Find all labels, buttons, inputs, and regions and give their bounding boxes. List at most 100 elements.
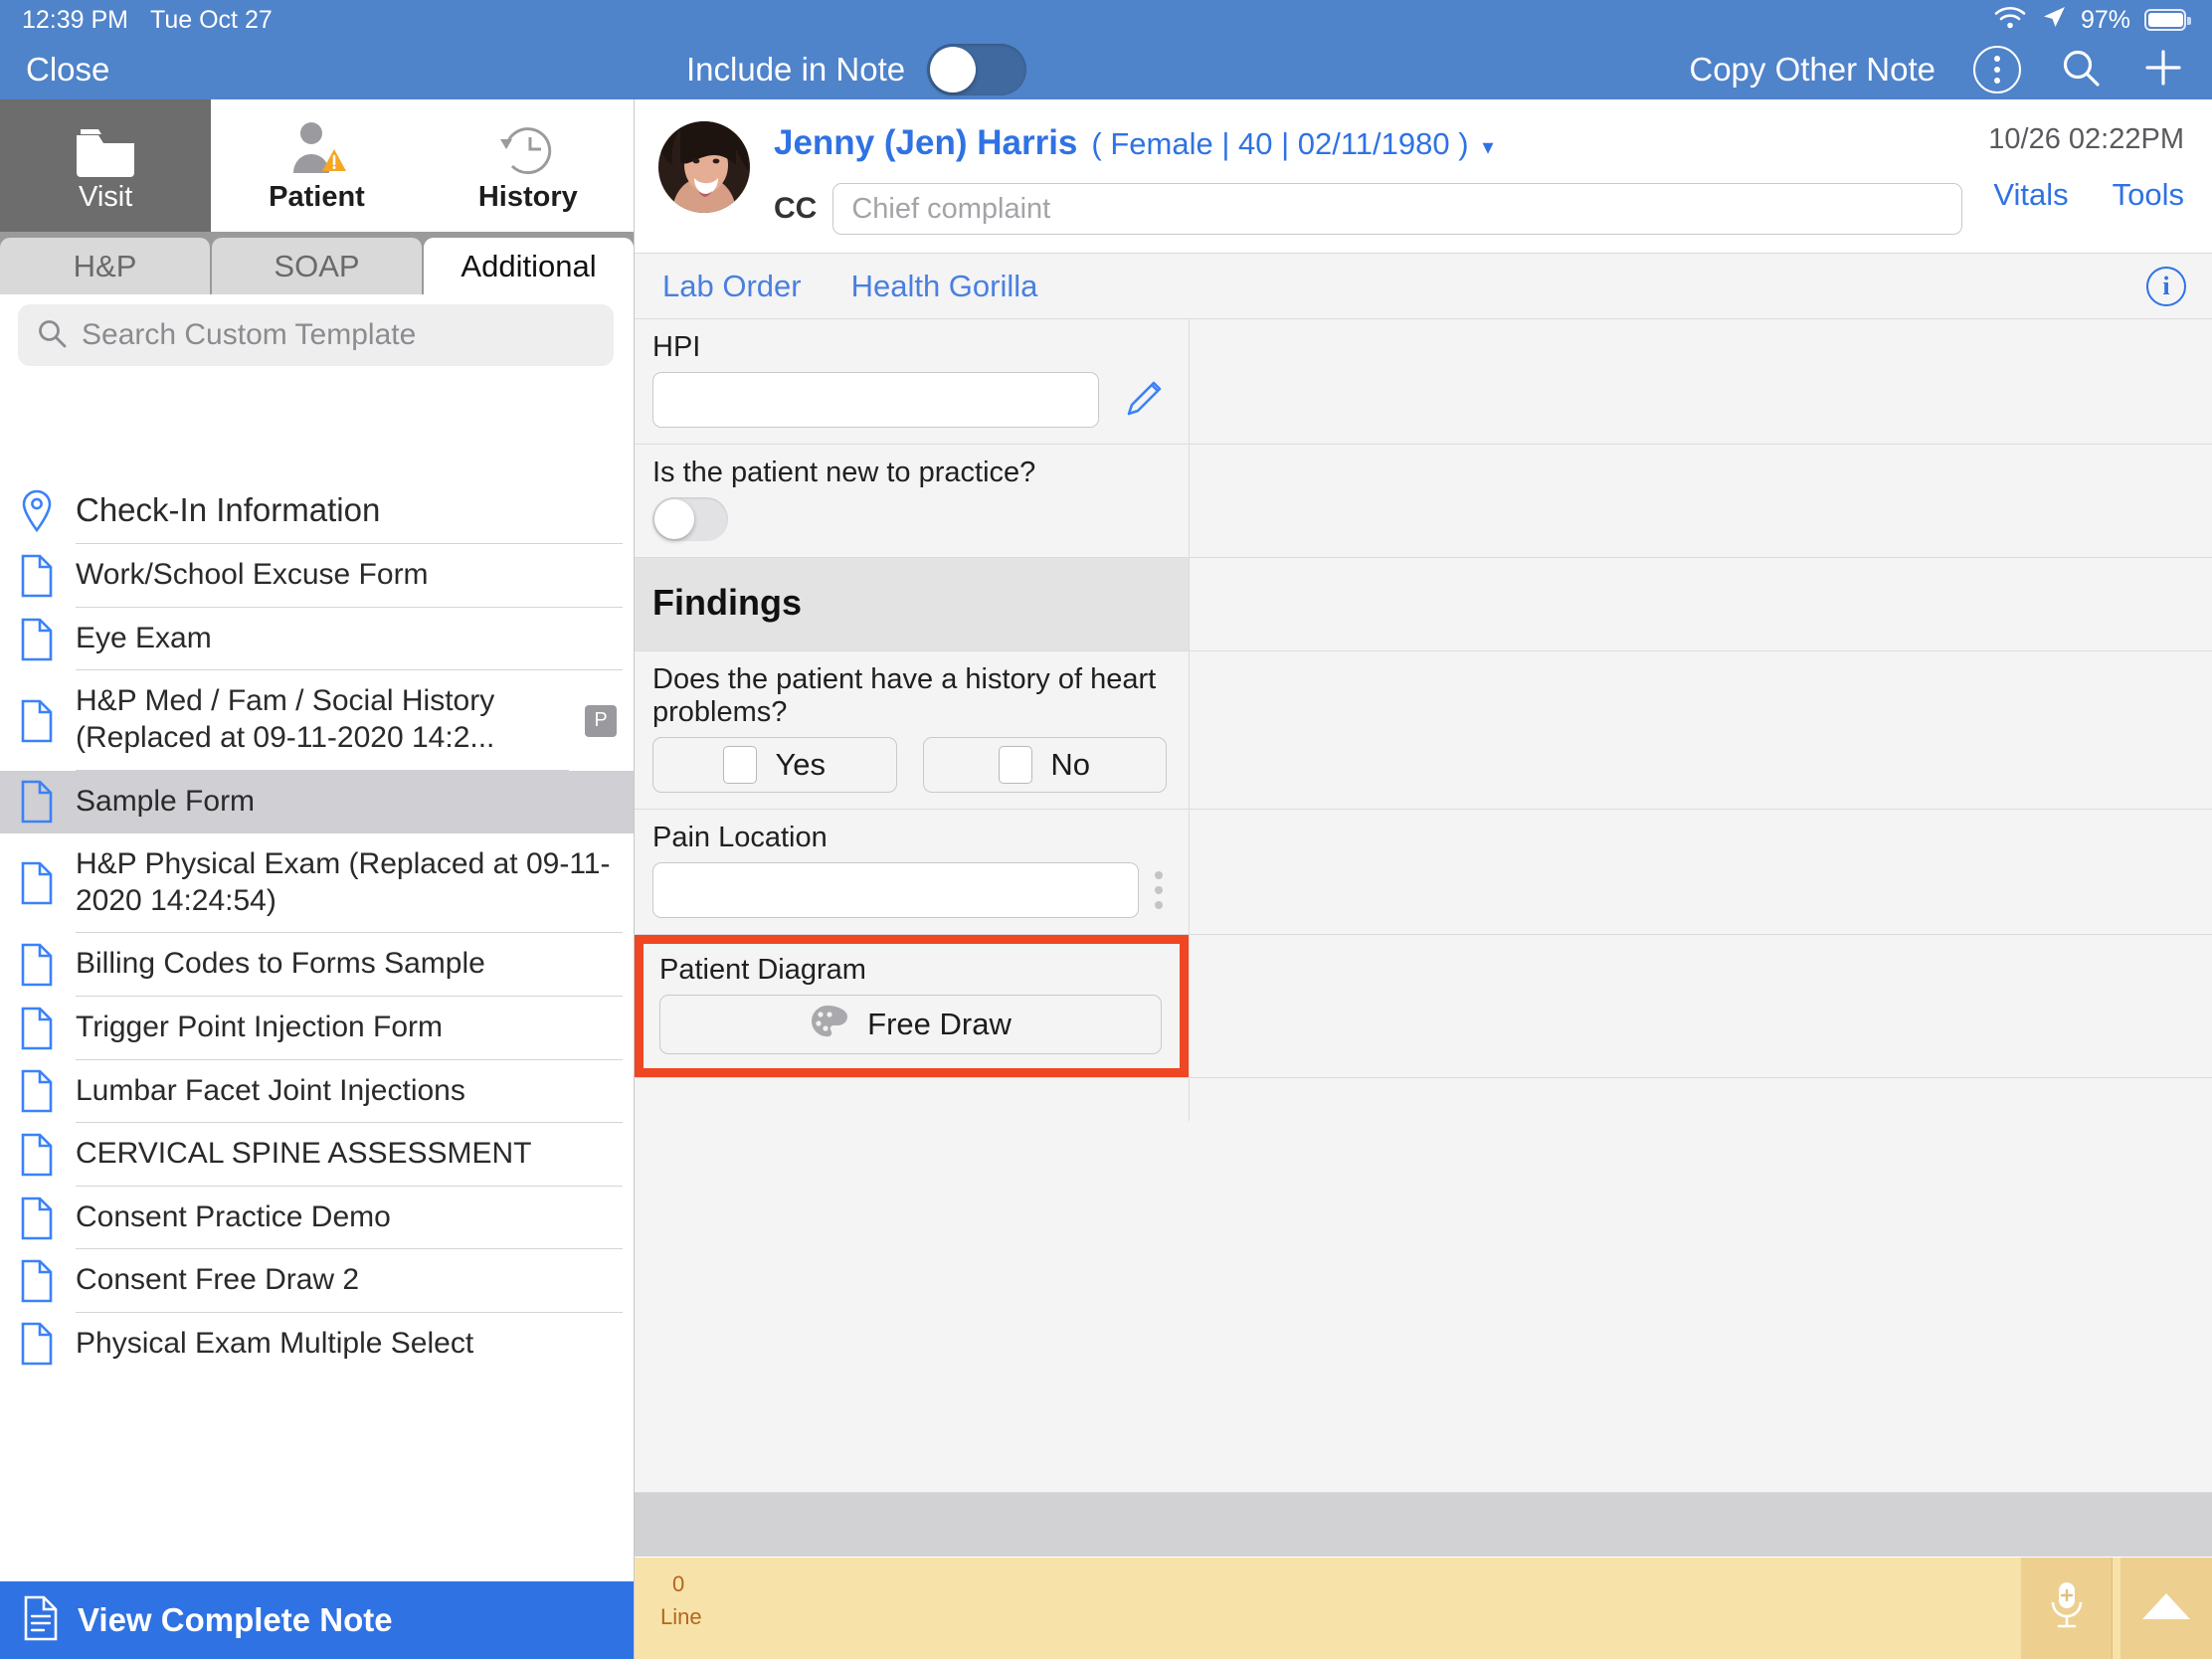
line-count-label: Line: [660, 1604, 702, 1629]
template-list[interactable]: Check-In Information Work/School Excuse …: [0, 477, 634, 1581]
list-item[interactable]: Sample Form: [0, 770, 634, 834]
list-item-label: Consent Free Draw 2: [76, 1249, 623, 1313]
form-row-findings-right: [1189, 558, 2212, 650]
list-item[interactable]: H&P Physical Exam (Replaced at 09-11-202…: [0, 833, 634, 934]
chevron-down-icon[interactable]: ▾: [1483, 134, 1494, 160]
new-to-practice-toggle[interactable]: [652, 497, 728, 541]
list-item-label: CERVICAL SPINE ASSESSMENT: [76, 1123, 623, 1187]
hpi-field-group: HPI: [635, 319, 1189, 444]
tab-visit-label: Visit: [79, 181, 133, 213]
checkbox-icon[interactable]: [723, 746, 758, 784]
list-item[interactable]: Eye Exam: [0, 607, 634, 671]
list-item[interactable]: Trigger Point Injection Form: [0, 997, 634, 1060]
app-root: 12:39 PM Tue Oct 27 97% Close Include in…: [0, 0, 2212, 1659]
list-item[interactable]: Work/School Excuse Form: [0, 544, 634, 608]
list-item[interactable]: Check-In Information: [0, 477, 634, 545]
list-item[interactable]: H&P Med / Fam / Social History (Replaced…: [0, 670, 634, 771]
form-row-patient-diagram-right: [1189, 935, 2212, 1077]
list-item-label: H&P Med / Fam / Social History (Replaced…: [76, 670, 569, 771]
hpi-label: HPI: [652, 331, 701, 363]
form-row-hpi-right: [1189, 319, 2212, 444]
list-item-label: Billing Codes to Forms Sample: [76, 933, 623, 997]
search-placeholder: Search Custom Template: [82, 318, 417, 351]
patient-diagram-group: Patient Diagram Free Draw: [644, 944, 1180, 1068]
pencil-icon[interactable]: [1123, 376, 1167, 425]
hpi-line: [652, 372, 1167, 428]
list-item-label: Trigger Point Injection Form: [76, 997, 623, 1060]
document-icon: [14, 1196, 60, 1241]
patient-header: Jenny (Jen) Harris ( Female | 40 | 02/11…: [635, 99, 2212, 254]
tab-history[interactable]: History: [423, 99, 634, 232]
free-draw-button[interactable]: Free Draw: [659, 995, 1162, 1054]
form-grid: HPI Is the patient new to practice? Find…: [635, 319, 2212, 1659]
list-item[interactable]: CERVICAL SPINE ASSESSMENT: [0, 1123, 634, 1187]
nav-actions: Copy Other Note: [1689, 40, 2186, 99]
search-icon[interactable]: [2059, 46, 2103, 94]
list-item[interactable]: Physical Exam Multiple Select: [0, 1312, 634, 1376]
pain-location-input[interactable]: [652, 862, 1139, 918]
option-label: Yes: [775, 747, 827, 782]
expand-panel-button[interactable]: [2120, 1558, 2212, 1659]
list-item[interactable]: Consent Free Draw 2: [0, 1249, 634, 1313]
view-complete-note-button[interactable]: View Complete Note: [0, 1581, 634, 1659]
heart-history-option-no[interactable]: No: [922, 737, 1167, 793]
list-item[interactable]: Billing Codes to Forms Sample: [0, 933, 634, 997]
list-item[interactable]: Consent Practice Demo: [0, 1186, 634, 1250]
vitals-link[interactable]: Vitals: [1993, 177, 2068, 213]
list-item-label: Check-In Information: [76, 477, 623, 545]
info-circle-icon[interactable]: i: [2146, 266, 2186, 306]
findings-heading: Findings: [635, 558, 1189, 650]
health-gorilla-link[interactable]: Health Gorilla: [851, 269, 1038, 304]
chief-complaint-label: CC: [774, 192, 818, 225]
tools-link[interactable]: Tools: [2113, 177, 2184, 213]
header-links: Vitals Tools: [1993, 177, 2184, 213]
chief-complaint-placeholder: Chief complaint: [851, 192, 1051, 225]
list-item[interactable]: Lumbar Facet Joint Injections: [0, 1059, 634, 1124]
heart-history-option-yes[interactable]: Yes: [652, 737, 897, 793]
status-date: Tue Oct 27: [150, 5, 273, 34]
subtab-additional[interactable]: Additional: [424, 238, 634, 294]
bottom-bar: 0 Line: [635, 1557, 2212, 1659]
patient-identity[interactable]: Jenny (Jen) Harris ( Female | 40 | 02/11…: [774, 123, 1494, 163]
left-sidebar: Visit Patient History H&P SOAP Additiona…: [0, 99, 635, 1659]
checkbox-icon[interactable]: [999, 746, 1033, 784]
tab-visit[interactable]: Visit: [0, 99, 212, 232]
search-custom-template-input[interactable]: Search Custom Template: [18, 304, 614, 366]
plus-icon[interactable]: [2140, 45, 2186, 95]
heart-history-group: Does the patient have a history of heart…: [635, 651, 1189, 809]
subtab-hp[interactable]: H&P: [0, 238, 210, 294]
form-row-new-patient-right: [1189, 445, 2212, 557]
tab-patient[interactable]: Patient: [211, 99, 422, 232]
document-icon: [14, 1068, 60, 1114]
form-row-heart-history: Does the patient have a history of heart…: [635, 651, 2212, 810]
subtab-soap[interactable]: SOAP: [212, 238, 422, 294]
note-lines-icon: [22, 1594, 60, 1647]
pain-location-label: Pain Location: [652, 822, 828, 853]
include-in-note-toggle[interactable]: [927, 44, 1027, 95]
heart-history-label: Does the patient have a history of heart…: [652, 663, 1157, 728]
status-badge: P: [585, 704, 617, 737]
vertical-dots-icon[interactable]: [1151, 871, 1167, 909]
hpi-input[interactable]: [652, 372, 1099, 428]
status-time: 12:39 PM: [22, 5, 129, 34]
form-row-hpi: HPI: [635, 319, 2212, 445]
view-complete-note-label: View Complete Note: [78, 1601, 393, 1638]
clock-rewind-icon: [496, 117, 560, 179]
document-icon: [14, 860, 60, 906]
pain-location-line: [652, 862, 1167, 918]
avatar[interactable]: [658, 121, 750, 213]
list-item-label: Work/School Excuse Form: [76, 544, 623, 608]
vertical-dots-circle-icon[interactable]: [1973, 46, 2021, 93]
visit-timestamp: 10/26 02:22PM: [1988, 123, 2184, 155]
status-bar-left: 12:39 PM Tue Oct 27: [0, 6, 273, 35]
chief-complaint-input[interactable]: Chief complaint: [832, 183, 1963, 235]
form-row-patient-diagram: Patient Diagram Free Draw: [635, 935, 2212, 1078]
close-button[interactable]: Close: [26, 40, 109, 99]
lab-order-link[interactable]: Lab Order: [662, 269, 802, 304]
list-item-label: Lumbar Facet Joint Injections: [76, 1060, 623, 1124]
pain-location-group: Pain Location: [635, 810, 1189, 934]
microphone-plus-button[interactable]: [2021, 1558, 2113, 1659]
patient-diagram-highlight: Patient Diagram Free Draw: [635, 935, 1189, 1077]
document-icon: [14, 942, 60, 988]
copy-other-note-button[interactable]: Copy Other Note: [1689, 51, 1936, 89]
